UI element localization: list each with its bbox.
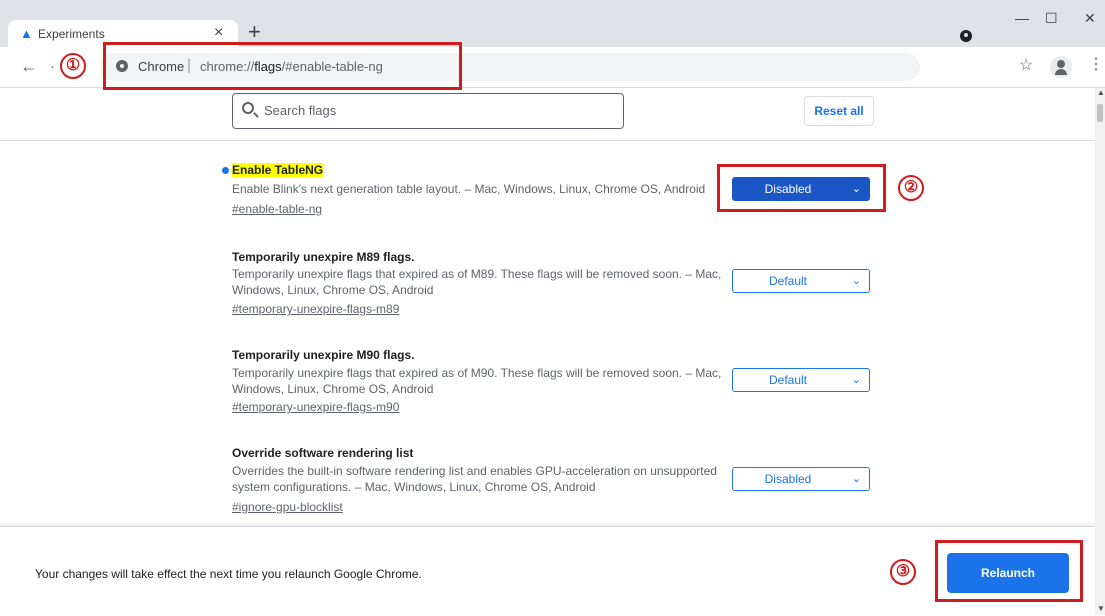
reset-all-button[interactable]: Reset all <box>804 96 874 126</box>
back-arrow-icon[interactable]: ← <box>20 55 38 77</box>
maximize-button[interactable]: ☐ <box>1045 10 1058 26</box>
flag-title: Override software rendering list <box>232 446 414 460</box>
chevron-down-icon: ⌄ <box>851 275 861 287</box>
flag-title: Temporarily unexpire M89 flags. <box>232 250 415 264</box>
flag-select-ignore-gpu-blocklist[interactable]: Disabled ⌄ <box>732 467 870 491</box>
account-avatar-icon[interactable] <box>1050 56 1072 78</box>
select-value: Default <box>768 274 808 288</box>
tab-title: Experiments <box>38 27 105 41</box>
forward-icon[interactable]: · <box>50 55 55 77</box>
flask-icon: ▲ <box>20 26 33 41</box>
minimize-button[interactable]: — <box>1015 10 1029 26</box>
flag-title: Temporarily unexpire M90 flags. <box>232 348 415 362</box>
annotation-box-address-bar <box>103 42 462 90</box>
flag-anchor-link[interactable]: #temporary-unexpire-flags-m90 <box>232 400 399 414</box>
flag-title: Enable TableNG <box>232 163 324 177</box>
annotation-number-1: ① <box>60 53 86 79</box>
menu-kebab-icon[interactable]: ⋮ <box>1088 55 1104 75</box>
select-value: Default <box>768 373 808 387</box>
flag-select-unexpire-m90[interactable]: Default ⌄ <box>732 368 870 392</box>
close-tab-icon[interactable]: × <box>214 24 223 42</box>
scrollbar-thumb[interactable] <box>1097 104 1103 122</box>
flag-description: Temporarily unexpire flags that expired … <box>232 366 722 396</box>
annotation-box-select <box>717 164 886 212</box>
scroll-down-icon[interactable]: ▼ <box>1097 604 1105 614</box>
flag-select-unexpire-m89[interactable]: Default ⌄ <box>732 269 870 293</box>
flag-description: Enable Blink's next generation table lay… <box>232 182 706 196</box>
annotation-box-relaunch <box>935 540 1083 602</box>
annotation-number-2: ② <box>898 175 924 201</box>
search-placeholder: Search flags <box>264 103 337 118</box>
new-tab-button[interactable]: + <box>248 21 261 43</box>
relaunch-message: Your changes will take effect the next t… <box>35 567 422 581</box>
profile-indicator-icon[interactable] <box>960 30 972 42</box>
flag-anchor-link[interactable]: #temporary-unexpire-flags-m89 <box>232 302 399 316</box>
bookmark-star-icon[interactable]: ☆ <box>1019 57 1033 75</box>
chevron-down-icon: ⌄ <box>851 374 861 386</box>
select-value: Disabled <box>764 472 812 486</box>
scrollbar[interactable] <box>1095 88 1105 615</box>
close-window-button[interactable]: ✕ <box>1084 10 1096 26</box>
flag-anchor-link[interactable]: #enable-table-ng <box>232 202 322 216</box>
search-icon <box>242 102 254 114</box>
scroll-up-icon[interactable]: ▲ <box>1097 88 1105 98</box>
modified-indicator-dot <box>222 167 229 174</box>
flag-description: Overrides the built-in software renderin… <box>232 464 717 494</box>
flag-anchor-link[interactable]: #ignore-gpu-blocklist <box>232 500 343 514</box>
flag-description: Temporarily unexpire flags that expired … <box>232 267 722 297</box>
chevron-down-icon: ⌄ <box>851 473 861 485</box>
annotation-number-3: ③ <box>890 559 916 585</box>
